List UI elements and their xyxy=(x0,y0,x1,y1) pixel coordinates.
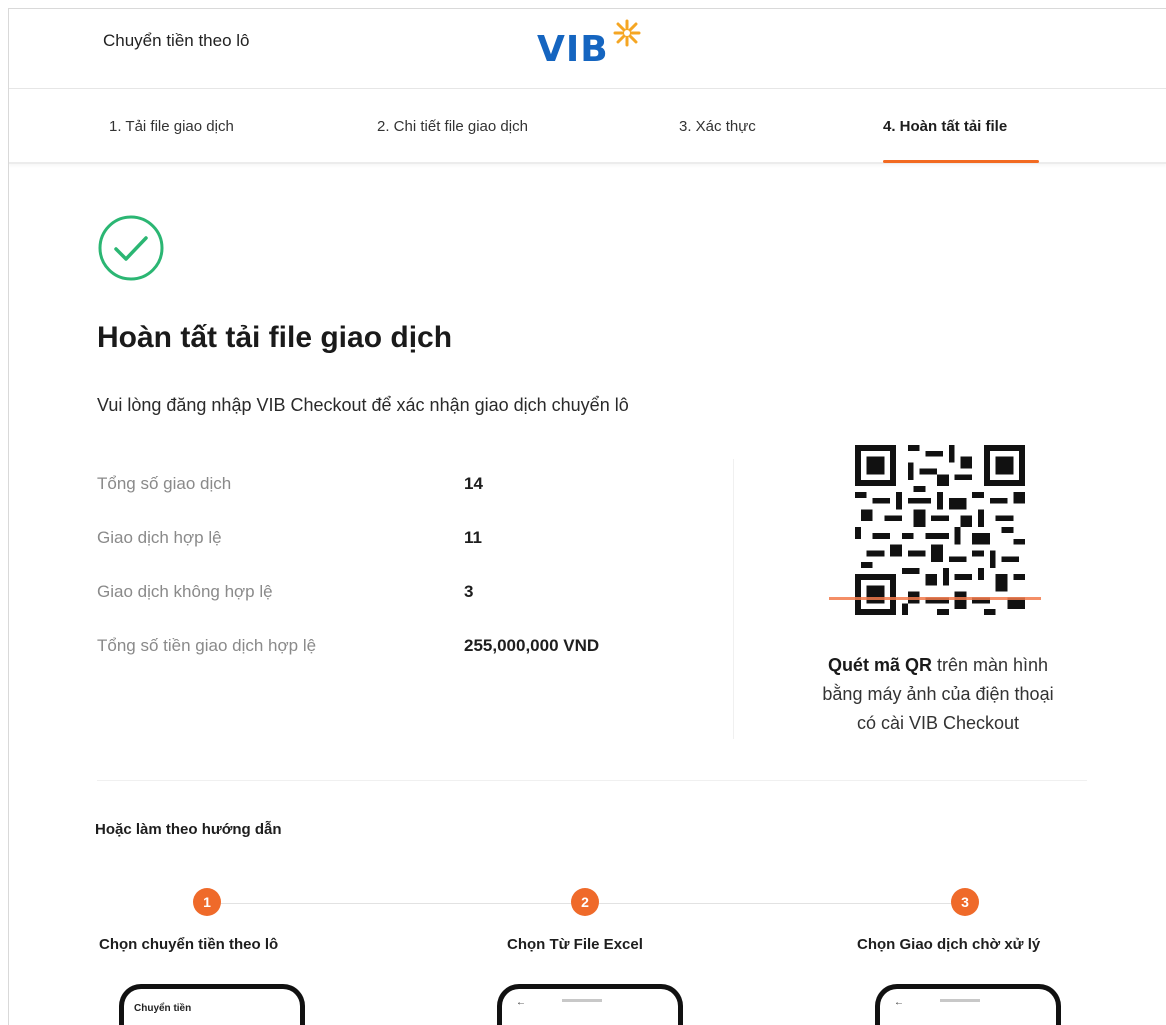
summary-row: Tổng số giao dịch 14 xyxy=(97,474,697,504)
guide-step-label: Chọn Từ File Excel xyxy=(507,936,643,953)
qr-caption-line1: trên màn hình xyxy=(931,655,1049,675)
back-arrow-icon: ← xyxy=(894,997,904,1008)
app-frame: Chuyển tiền theo lô VIB 1. Tải file giao… xyxy=(8,8,1166,1025)
vib-logo: VIB xyxy=(537,17,657,77)
back-arrow-icon: ← xyxy=(516,997,526,1008)
qr-caption-bold: Quét mã QR xyxy=(827,655,932,675)
guide-step-number: 3 xyxy=(951,888,979,916)
logo-star-icon xyxy=(613,19,641,47)
qr-caption-line2: bằng máy ảnh của điện thoại xyxy=(822,684,1054,704)
qr-code xyxy=(855,445,1025,615)
progress-steps: 1. Tải file giao dịch 2. Chi tiết file g… xyxy=(9,90,1166,164)
page-header-title: Chuyển tiền theo lô xyxy=(103,31,250,50)
summary-label: Tổng số tiền giao dịch hợp lệ xyxy=(97,636,317,655)
horizontal-divider xyxy=(97,780,1087,781)
qr-caption-line3: có cài VIB Checkout xyxy=(856,713,1020,733)
qr-scan-line xyxy=(829,597,1041,600)
result-subtitle: Vui lòng đăng nhập VIB Checkout để xác n… xyxy=(97,395,629,415)
summary-label: Giao dịch hợp lệ xyxy=(97,528,222,547)
summary-row: Tổng số tiền giao dịch hợp lệ 255,000,00… xyxy=(97,636,697,666)
top-header: Chuyển tiền theo lô VIB xyxy=(9,9,1166,89)
qr-caption: Quét mã QR trên màn hình bằng máy ảnh củ… xyxy=(777,651,1099,738)
step-authenticate[interactable]: 3. Xác thực xyxy=(679,118,756,135)
phone-screen-title xyxy=(940,999,980,1002)
phone-screen-title: Chuyển tiền xyxy=(134,1003,192,1014)
guide-step-number: 1 xyxy=(193,888,221,916)
summary-value: 11 xyxy=(464,528,482,547)
phone-mockup: Chuyển tiền xyxy=(119,984,305,1025)
guide-timeline-line xyxy=(219,903,979,904)
summary-row: Giao dịch hợp lệ 11 xyxy=(97,528,697,558)
phone-screen-title xyxy=(562,999,602,1002)
guide-title: Hoặc làm theo hướng dẫn xyxy=(95,821,282,838)
summary-row: Giao dịch không hợp lệ 3 xyxy=(97,582,697,612)
summary-label: Giao dịch không hợp lệ xyxy=(97,582,273,601)
guide-step-number: 2 xyxy=(571,888,599,916)
step-upload-file[interactable]: 1. Tải file giao dịch xyxy=(109,118,234,135)
check-circle-icon xyxy=(98,215,164,281)
step-file-details[interactable]: 2. Chi tiết file giao dịch xyxy=(377,118,528,135)
vertical-divider xyxy=(733,459,734,739)
summary-value: 3 xyxy=(464,582,474,601)
phone-mockup: ← xyxy=(875,984,1061,1025)
logo-text: VIB xyxy=(537,29,609,70)
active-step-indicator xyxy=(883,160,1039,163)
phone-mockup: ← xyxy=(497,984,683,1025)
summary-label: Tổng số giao dịch xyxy=(97,474,232,493)
guide-step-label: Chọn Giao dịch chờ xử lý xyxy=(857,936,1041,953)
result-title: Hoàn tất tải file giao dịch xyxy=(97,321,453,354)
step-complete[interactable]: 4. Hoàn tất tải file xyxy=(883,118,1007,135)
summary-value: 255,000,000 VND xyxy=(464,636,600,655)
summary-value: 14 xyxy=(464,474,483,493)
guide-step-label: Chọn chuyển tiền theo lô xyxy=(99,936,279,953)
